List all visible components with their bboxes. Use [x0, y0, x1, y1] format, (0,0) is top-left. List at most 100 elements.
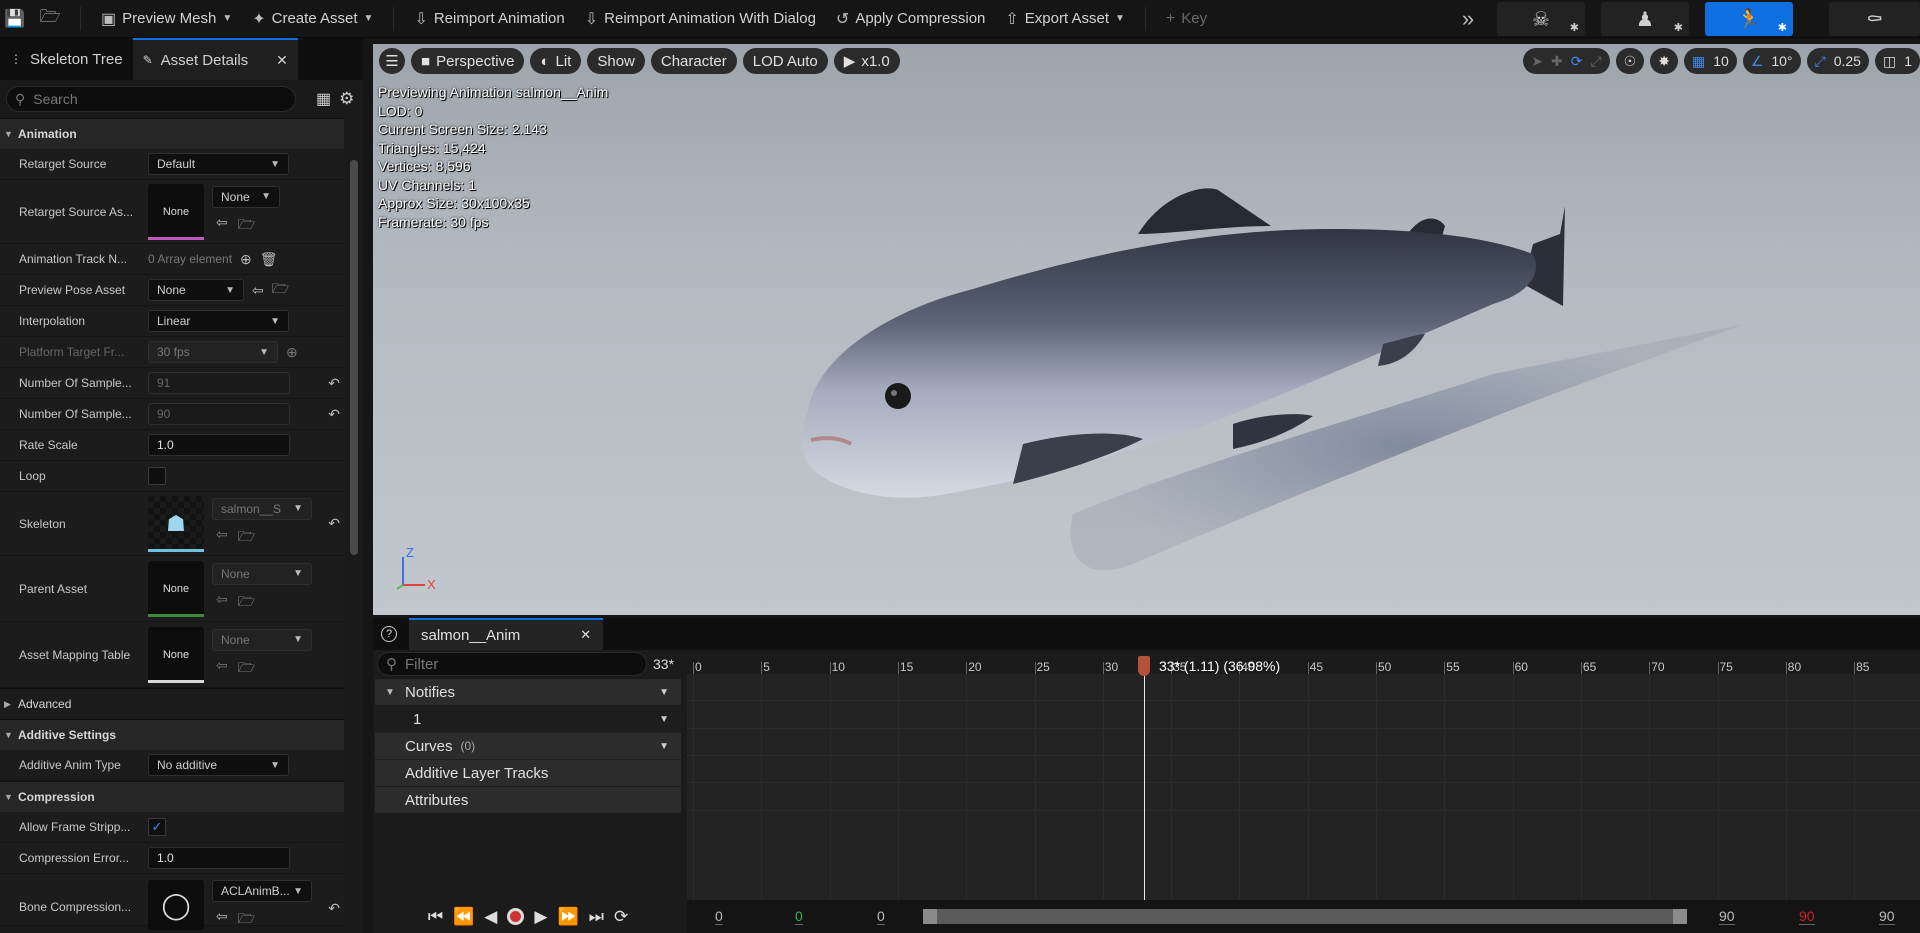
browse-icon[interactable]: 🗁: [238, 214, 255, 238]
retarget-source-dropdown[interactable]: Default ▼: [148, 153, 289, 175]
loop-checkbox[interactable]: [148, 467, 166, 485]
use-selected-icon[interactable]: ⇦: [216, 657, 228, 681]
grid-snap-button[interactable]: ▦ 10: [1683, 48, 1737, 74]
track-attributes[interactable]: Attributes: [375, 787, 681, 813]
tab-skeleton-tree[interactable]: ⋮ Skeleton Tree: [0, 38, 133, 80]
help-icon[interactable]: ?: [381, 626, 397, 642]
browse-folder-icon[interactable]: 🗁: [30, 0, 70, 38]
scale-icon[interactable]: ⤢: [1590, 53, 1601, 70]
use-selected-icon[interactable]: ⇦: [216, 591, 228, 615]
skeleton-mode-button[interactable]: ☠ ✱: [1497, 2, 1585, 36]
asset-thumbnail[interactable]: None: [148, 560, 204, 617]
perspective-button[interactable]: ■ Perspective: [411, 48, 525, 74]
viewport-menu-button[interactable]: ☰: [379, 48, 405, 74]
details-scrollbar[interactable]: [350, 160, 358, 555]
reset-arrow-icon[interactable]: ↶: [328, 375, 340, 392]
browse-icon[interactable]: 🗁: [238, 657, 255, 681]
apply-compression-button[interactable]: ↺ Apply Compression: [826, 0, 995, 38]
surface-snap-button[interactable]: ✸: [1650, 48, 1678, 74]
loop-icon[interactable]: ⟳: [614, 907, 628, 927]
asset-thumbnail[interactable]: None: [148, 626, 204, 683]
world-local-button[interactable]: ☉: [1615, 48, 1645, 74]
gear-icon[interactable]: ⚙: [339, 89, 354, 109]
step-forward-icon[interactable]: ⏩: [557, 907, 578, 927]
platform-target-dropdown[interactable]: 30 fps ▼: [148, 341, 278, 363]
reset-arrow-icon[interactable]: ↶: [328, 406, 340, 423]
dropdown-arrow-icon[interactable]: ▼: [659, 741, 669, 752]
expand-toolbar-icon[interactable]: »: [1454, 0, 1482, 38]
play-reverse-icon[interactable]: ◀: [484, 907, 497, 927]
preview-mesh-button[interactable]: ▣ Preview Mesh ▼: [91, 0, 242, 38]
close-icon[interactable]: ✕: [276, 52, 288, 69]
export-asset-button[interactable]: ⇧ Export Asset ▼: [995, 0, 1135, 38]
angle-snap-button[interactable]: ∠ 10°: [1742, 48, 1801, 74]
mapping-table-dropdown[interactable]: None ▼: [212, 628, 312, 651]
track-additive-layer[interactable]: Additive Layer Tracks: [375, 760, 681, 786]
use-selected-icon[interactable]: ⇦: [216, 526, 228, 550]
range-end-field[interactable]: 90: [1879, 908, 1895, 925]
reset-arrow-icon[interactable]: ↶: [328, 515, 340, 532]
skip-to-start-icon[interactable]: ⏮: [428, 907, 443, 927]
category-additive-settings[interactable]: ▼ Additive Settings: [0, 719, 344, 750]
preview-pose-dropdown[interactable]: None ▼: [148, 279, 244, 301]
asset-picker-dropdown[interactable]: None ▼: [212, 185, 280, 208]
browse-icon[interactable]: 🗁: [272, 278, 289, 302]
scale-snap-button[interactable]: ⤢ 0.25: [1806, 48, 1869, 74]
trash-icon[interactable]: 🗑: [260, 251, 278, 268]
search-input[interactable]: ⚲ Search: [6, 86, 296, 112]
track-curves[interactable]: Curves (0) ▼: [375, 733, 681, 759]
parent-asset-dropdown[interactable]: None ▼: [212, 562, 312, 585]
range-start-field[interactable]: 0: [715, 908, 723, 925]
playback-speed-button[interactable]: ▶ x1.0: [833, 48, 900, 74]
skeleton-dropdown[interactable]: salmon__S ▼: [212, 497, 312, 520]
track-notify-1[interactable]: 1 ▼: [375, 706, 681, 732]
add-element-icon[interactable]: ⊕: [240, 251, 252, 268]
add-element-icon[interactable]: ⊕: [286, 344, 298, 361]
reimport-with-dialog-button[interactable]: ⇩ Reimport Animation With Dialog: [575, 0, 826, 38]
dropdown-arrow-icon[interactable]: ▼: [659, 687, 669, 698]
asset-thumbnail[interactable]: None: [148, 183, 204, 240]
camera-speed-button[interactable]: ◫ 1: [1874, 48, 1920, 74]
allow-frame-checkbox[interactable]: ✓: [148, 818, 166, 836]
playback-start-field[interactable]: 0: [795, 908, 803, 925]
use-selected-icon[interactable]: ⇦: [216, 214, 228, 238]
animation-mode-button[interactable]: 🏃 ✱: [1705, 2, 1793, 36]
category-advanced[interactable]: ▶ Advanced: [0, 688, 344, 719]
reimport-animation-button[interactable]: ⇩ Reimport Animation: [404, 0, 574, 38]
step-back-icon[interactable]: ⏪: [453, 907, 474, 927]
create-asset-button[interactable]: ✦ Create Asset ▼: [242, 0, 383, 38]
additive-type-dropdown[interactable]: No additive ▼: [148, 754, 289, 776]
use-selected-icon[interactable]: ⇦: [252, 282, 264, 299]
use-selected-icon[interactable]: ⇦: [216, 908, 228, 932]
table-view-icon[interactable]: ▦: [316, 89, 331, 109]
record-icon[interactable]: [507, 908, 525, 925]
lit-button[interactable]: ◐ Lit: [530, 48, 582, 74]
close-icon[interactable]: ✕: [580, 627, 591, 643]
show-button[interactable]: Show: [587, 48, 645, 74]
view-start-field[interactable]: 0: [877, 908, 885, 925]
current-frame-field[interactable]: 33*: [653, 656, 674, 672]
browse-icon[interactable]: 🗁: [238, 526, 255, 550]
dropdown-arrow-icon[interactable]: ▼: [659, 714, 669, 725]
play-icon[interactable]: ▶: [534, 907, 547, 927]
rotate-icon[interactable]: ⟳: [1571, 53, 1583, 70]
compression-error-field[interactable]: 1.0: [148, 847, 290, 869]
character-button[interactable]: Character: [650, 48, 737, 74]
browse-icon[interactable]: 🗁: [238, 908, 255, 932]
timeline-area[interactable]: 0 5 10 15 20 25 30 35 40 45 50 55 60 65 70 75 80 85 33* (…: [687, 650, 1920, 904]
category-animation[interactable]: ▼ Animation: [0, 118, 344, 149]
view-end-field[interactable]: 90: [1719, 908, 1735, 925]
skeleton-thumbnail[interactable]: ☗: [148, 495, 204, 552]
timeline-ruler[interactable]: 0 5 10 15 20 25 30 35 40 45 50 55 60 65 70 75 80 85: [687, 650, 1920, 674]
preview-viewport[interactable]: ☰ ■ Perspective ◐ Lit Show Character LOD A…: [373, 44, 1920, 615]
move-icon[interactable]: ✚: [1551, 53, 1563, 70]
save-icon[interactable]: 💾: [0, 0, 30, 38]
mesh-mode-button[interactable]: ♟ ✱: [1601, 2, 1689, 36]
view-range-scrollbar[interactable]: [923, 909, 1687, 924]
select-icon[interactable]: ➤: [1531, 53, 1543, 70]
tab-asset-details[interactable]: ✎ Asset Details ✕: [132, 38, 298, 80]
track-notifies[interactable]: ▼ Notifies ▼: [375, 679, 681, 705]
category-compression[interactable]: ▼ Compression: [0, 781, 344, 812]
browse-icon[interactable]: 🗁: [238, 591, 255, 615]
lod-button[interactable]: LOD Auto: [742, 48, 828, 74]
